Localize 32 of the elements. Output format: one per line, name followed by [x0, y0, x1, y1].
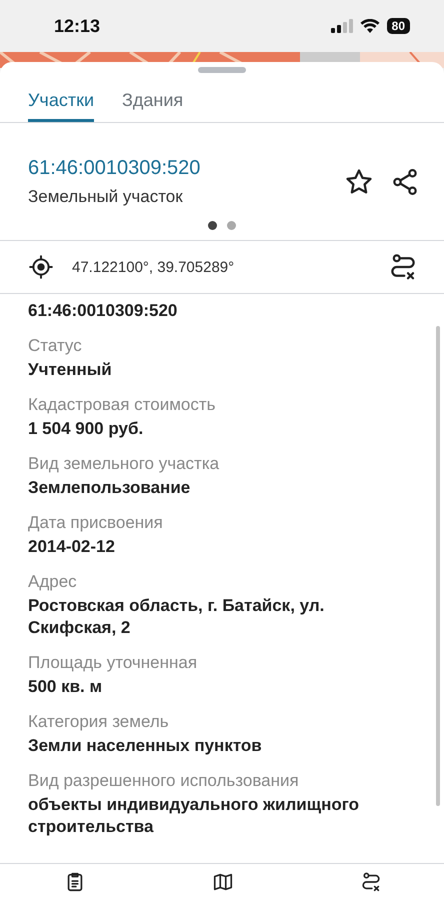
field-label: Адрес: [28, 572, 78, 592]
field-value: Земли населенных пунктов: [28, 735, 263, 757]
tab[interactable]: Здания: [122, 82, 184, 122]
coordinates: 47.122100°, 39.705289°: [72, 258, 236, 276]
page-dot[interactable]: [208, 221, 217, 230]
tab[interactable]: Участки: [28, 82, 94, 122]
object-type: Земельный участок: [28, 187, 184, 207]
wifi-icon: [360, 19, 380, 33]
field-value: 1 504 900 руб.: [28, 418, 144, 440]
route-icon[interactable]: [360, 871, 382, 893]
drag-handle[interactable]: [198, 67, 246, 73]
cadastral-number: 61:46:0010309:520: [28, 157, 200, 180]
field-label: Вид земельного участка: [28, 454, 220, 474]
field-label: Кадастровая стоимость: [28, 395, 216, 415]
battery-level: 80: [386, 18, 410, 34]
field-label: Категория земель: [28, 712, 170, 732]
signal-icon: [330, 19, 353, 33]
field-value: 61:46:0010309:520: [28, 300, 178, 322]
field-value: Учтенный: [28, 359, 113, 381]
locate-icon[interactable]: [28, 254, 54, 280]
field-value: 500 кв. м: [28, 676, 104, 698]
map-icon[interactable]: [212, 871, 234, 893]
field-value: объекты индивидуального жилищного строительства: [28, 794, 360, 838]
field-label: Статус: [28, 336, 83, 356]
status-time: 12:13: [54, 16, 100, 36]
field-value: Ростовская область, г. Батайск, ул. Скифская, 2: [28, 595, 326, 639]
field-label: Площадь уточненная: [28, 653, 198, 673]
page-dot[interactable]: [227, 221, 236, 230]
field-value: 2014-02-12: [28, 536, 116, 558]
field-label: Вид разрешенного использования: [28, 771, 300, 791]
field-label: Дата присвоения: [28, 513, 164, 533]
field-value: Землепользование: [28, 477, 192, 499]
